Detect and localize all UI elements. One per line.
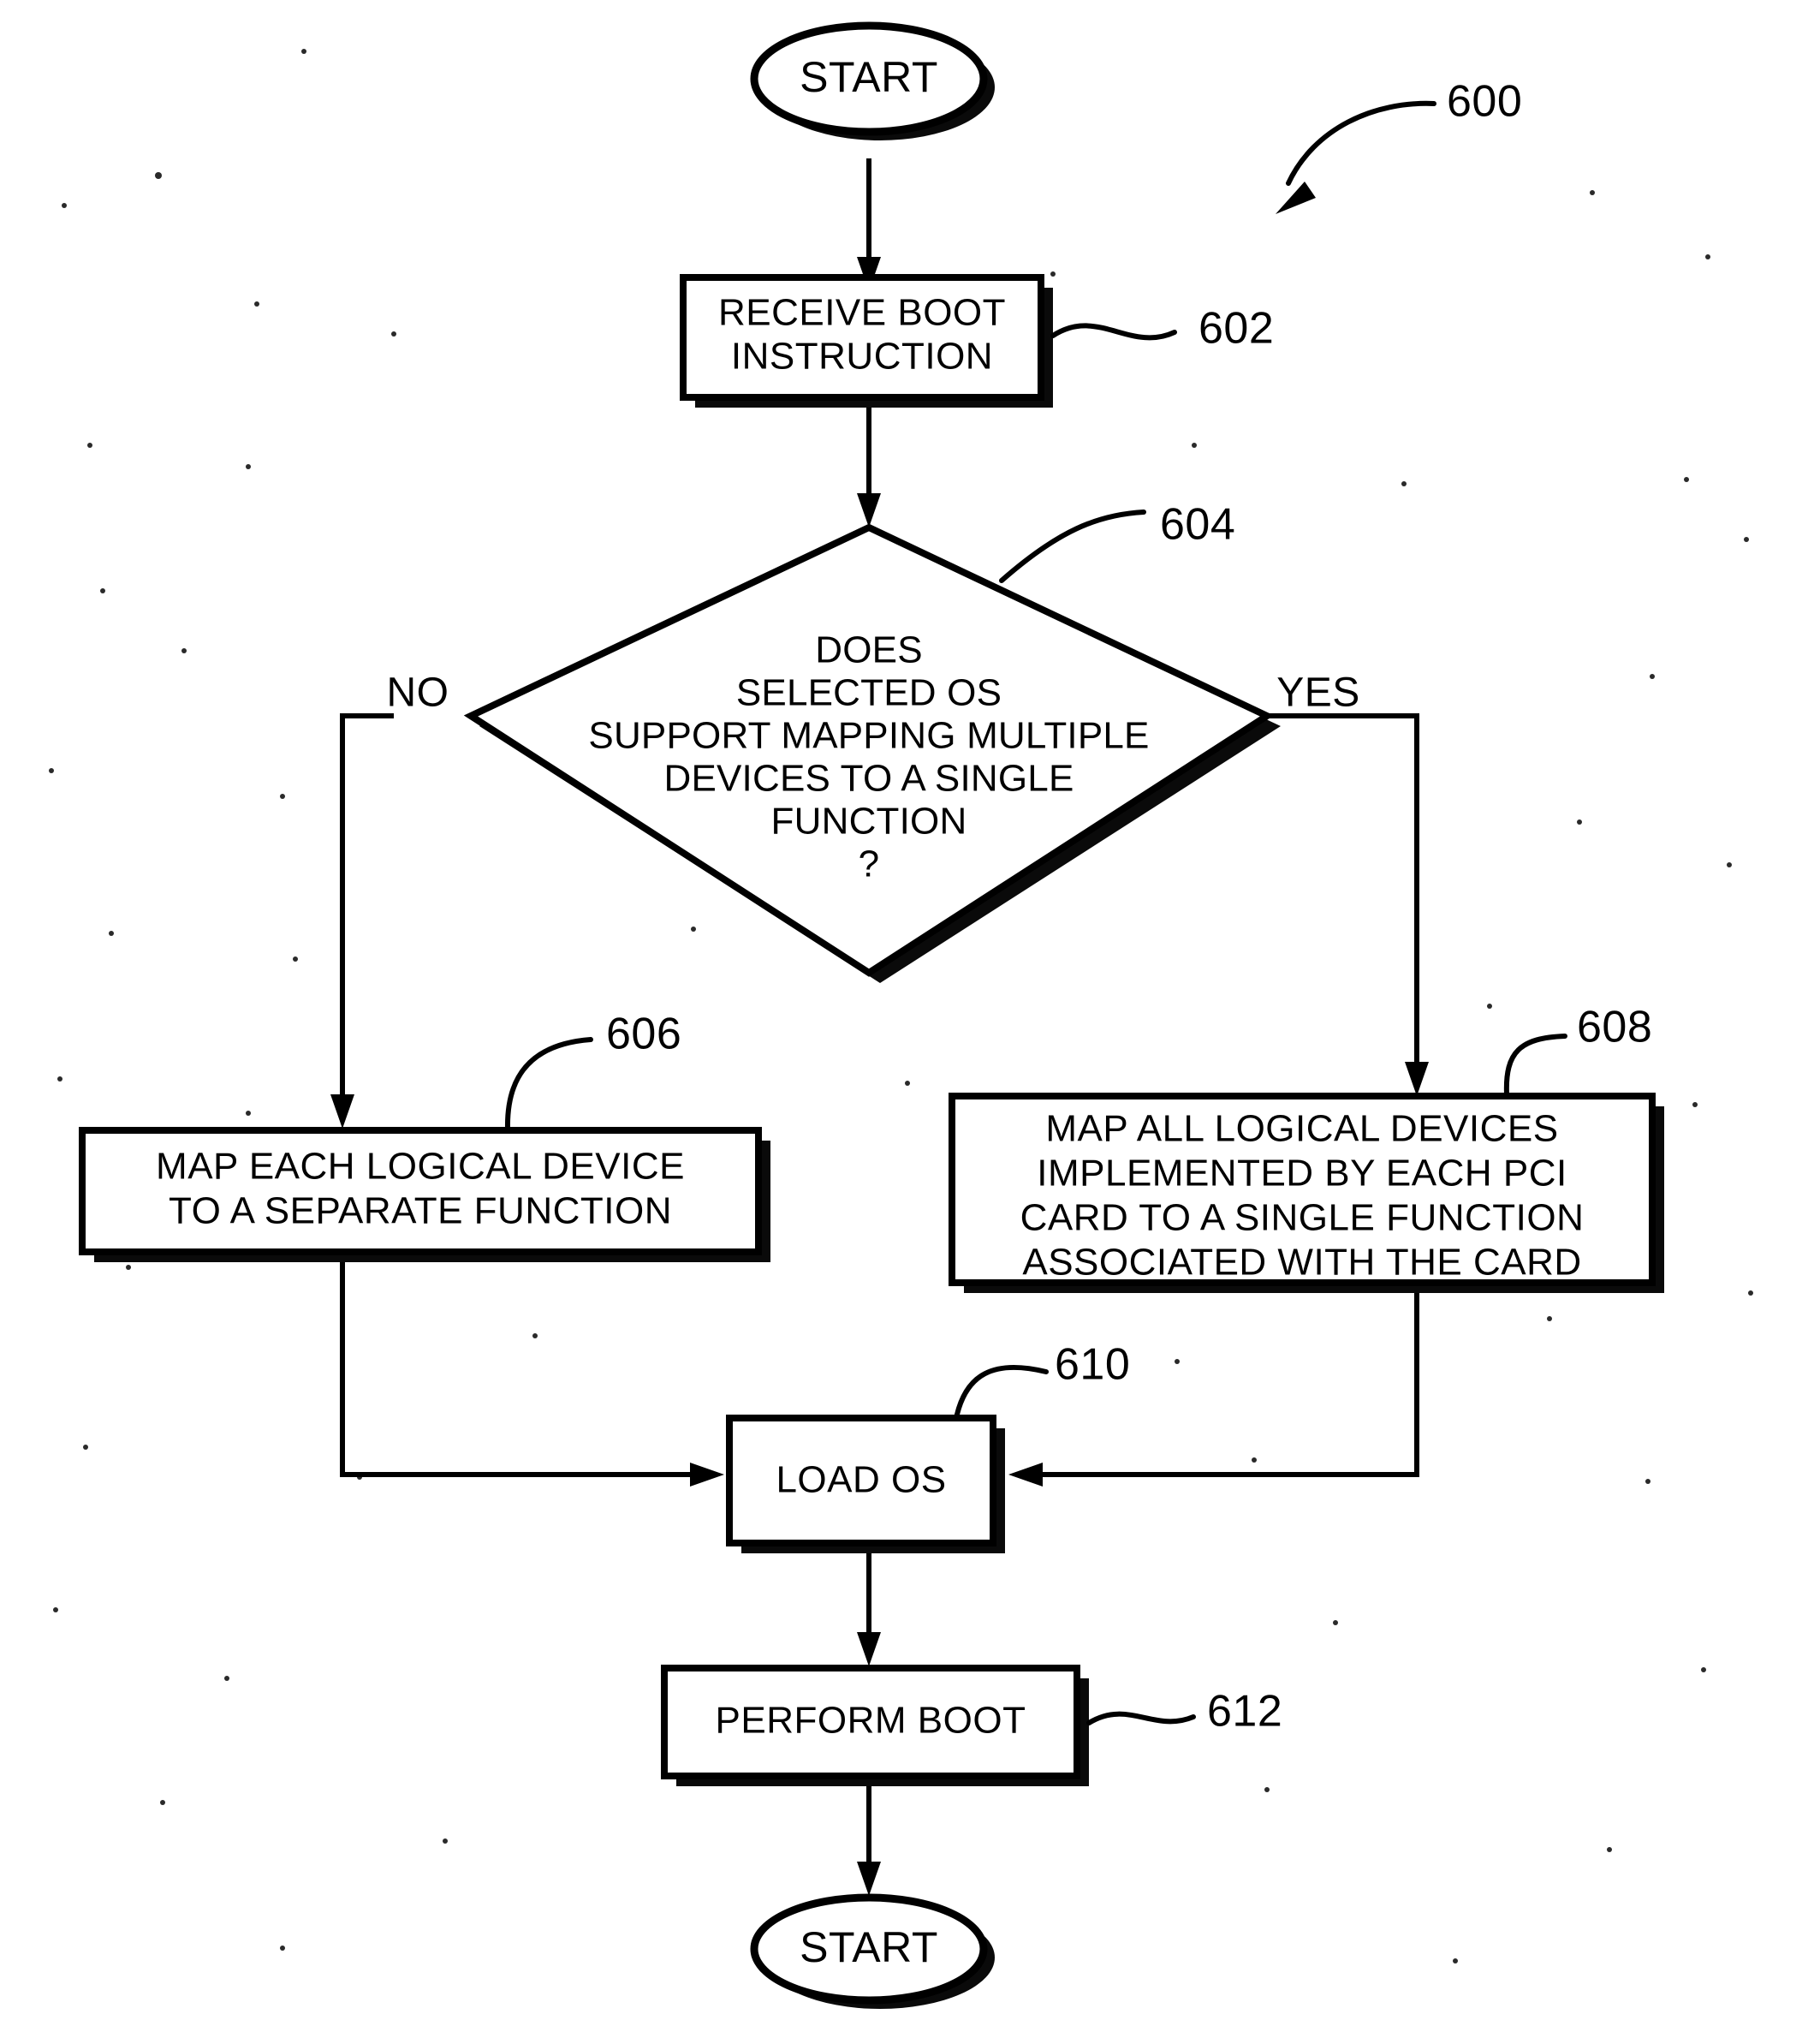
receive-label-line2: INSTRUCTION: [731, 336, 993, 378]
arrowhead-map-each: [330, 1094, 354, 1129]
ref610-leader-line: [954, 1364, 1049, 1421]
mapall-label-line2: IMPLEMENTED BY EACH PCI: [1037, 1153, 1567, 1195]
connectors: [330, 158, 1429, 1896]
decision-label-line2: SELECTED OS: [736, 672, 1002, 714]
node-perform-boot: PERFORM BOOT 612: [661, 1665, 1282, 1786]
loados-label: LOAD OS: [776, 1459, 946, 1501]
start-label: START: [800, 53, 938, 101]
decision-label-line6: ?: [859, 843, 880, 885]
ref604-leader-line: [999, 509, 1146, 583]
ref606-label: 606: [606, 1010, 681, 1059]
mapall-label-line3: CARD TO A SINGLE FUNCTION: [1020, 1197, 1585, 1239]
arrowhead-map-all: [1405, 1062, 1429, 1096]
decision-label-line1: DOES: [815, 629, 923, 671]
end-label: START: [800, 1923, 938, 1971]
decision-label-line4: DEVICES TO A SINGLE: [663, 758, 1074, 800]
connector-no-branch: [340, 713, 394, 1113]
ref608-label: 608: [1577, 1003, 1652, 1052]
decision-label-line5: FUNCTION: [771, 801, 967, 843]
node-start: START: [750, 21, 995, 140]
arrowhead-loados-right: [1008, 1463, 1043, 1487]
ref600-arrowhead: [1276, 182, 1316, 214]
ref612-leader-line: [1086, 1711, 1196, 1725]
mapall-label-line4: ASSOCIATED WITH THE CARD: [1022, 1242, 1581, 1284]
ref608-leader-line: [1503, 1034, 1567, 1097]
arrowhead-loados-left: [690, 1463, 724, 1487]
node-receive-boot-instruction: RECEIVE BOOT INSTRUCTION 602: [680, 274, 1274, 408]
ref612-label: 612: [1207, 1687, 1282, 1737]
ref600-label: 600: [1447, 77, 1522, 127]
ref602-label: 602: [1198, 304, 1274, 354]
ref610-label: 610: [1055, 1340, 1130, 1390]
connector-yes-branch: [1267, 713, 1419, 1081]
node-map-all-logical-devices: MAP ALL LOGICAL DEVICES IMPLEMENTED BY E…: [949, 1003, 1664, 1293]
ref602-leader-line: [1050, 323, 1177, 341]
figure-reference-600: 600: [1276, 77, 1522, 214]
arrowhead-performboot: [857, 1632, 881, 1666]
patent-flowchart-figure: START 600 RECEIVE BOOT INSTRUCTION 602 D…: [0, 0, 1820, 2032]
node-map-each-logical-device: MAP EACH LOGICAL DEVICE TO A SEPARATE FU…: [79, 1010, 770, 1262]
receive-label-line1: RECEIVE BOOT: [718, 292, 1006, 334]
arrowhead-decision: [857, 493, 881, 527]
node-decision: DOES SELECTED OS SUPPORT MAPPING MULTIPL…: [387, 500, 1360, 983]
ref604-label: 604: [1160, 500, 1235, 550]
mapeach-label-line1: MAP EACH LOGICAL DEVICE: [156, 1146, 685, 1188]
branch-label-no: NO: [387, 670, 449, 716]
ref600-leader-line: [1286, 100, 1436, 186]
connector-mapeach-to-loados: [340, 1252, 704, 1477]
arrowhead-end: [857, 1862, 881, 1896]
branch-label-yes: YES: [1276, 670, 1360, 716]
node-end: START: [750, 1893, 995, 2009]
performboot-label: PERFORM BOOT: [716, 1700, 1026, 1742]
decision-label-line3: SUPPORT MAPPING MULTIPLE: [588, 715, 1149, 757]
ref606-leader-line: [504, 1037, 593, 1131]
node-load-os: LOAD OS 610: [726, 1340, 1130, 1553]
mapall-label-line1: MAP ALL LOGICAL DEVICES: [1045, 1108, 1558, 1150]
mapeach-label-line2: TO A SEPARATE FUNCTION: [169, 1190, 672, 1232]
